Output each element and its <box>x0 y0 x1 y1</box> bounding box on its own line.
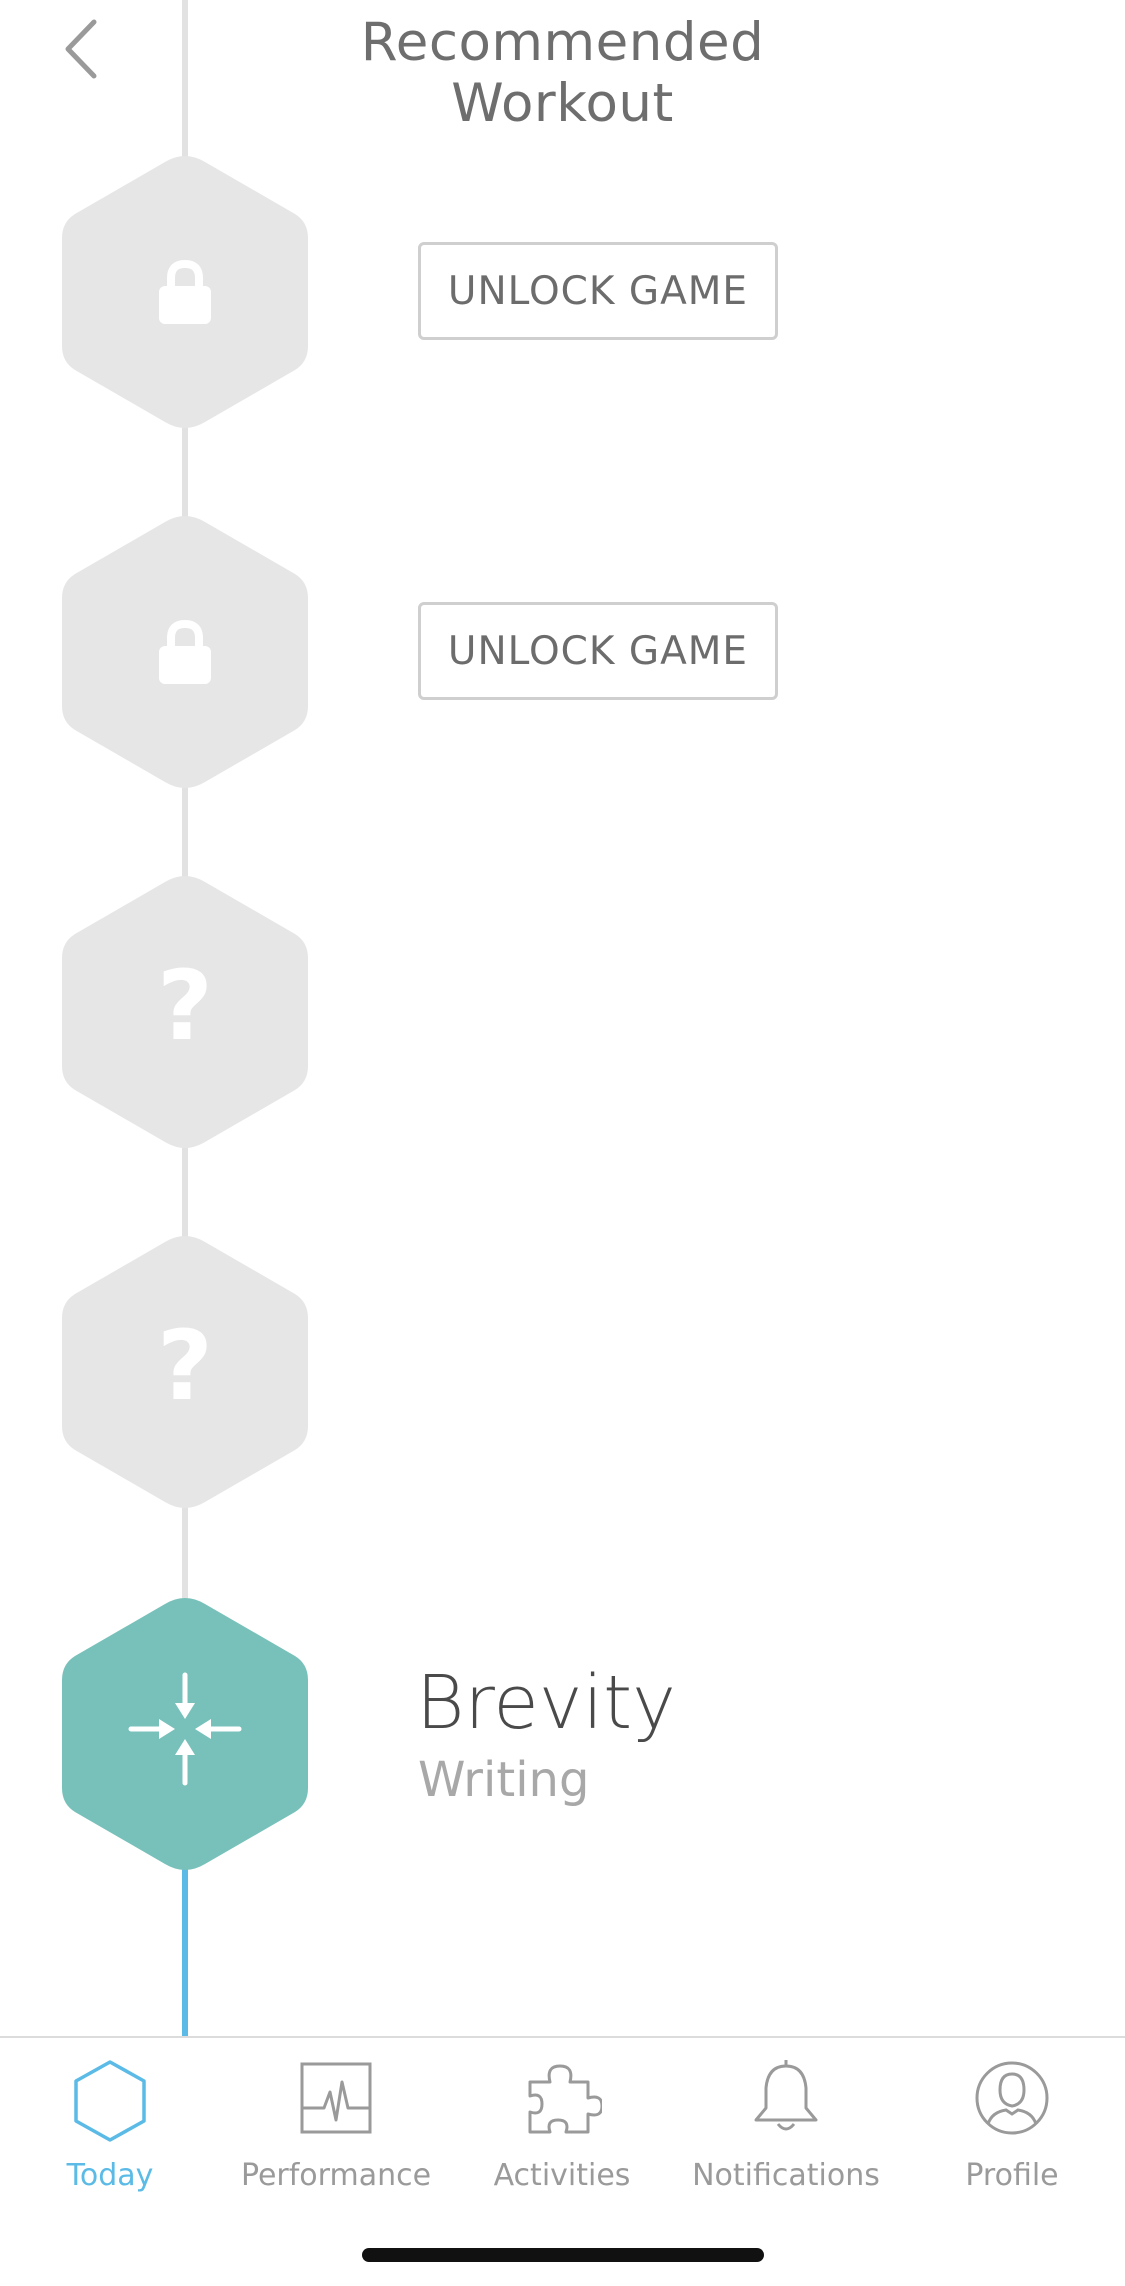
question-icon: ? <box>157 950 213 1062</box>
lock-icon <box>159 620 211 684</box>
tab-today[interactable]: Today <box>0 2052 220 2212</box>
tab-label: Activities <box>493 2158 631 2193</box>
bell-icon <box>754 2060 818 2131</box>
lock-icon <box>159 260 211 324</box>
tab-label: Performance <box>240 2158 432 2193</box>
workout-node-unknown: ? <box>60 872 310 1152</box>
user-icon <box>975 2061 1049 2135</box>
pulse-chart-icon <box>300 2062 372 2134</box>
puzzle-piece-icon <box>528 2064 602 2134</box>
workout-node-locked[interactable] <box>60 152 310 432</box>
home-indicator <box>362 2248 764 2262</box>
game-name[interactable]: Brevity <box>416 1660 676 1746</box>
game-category: Writing <box>418 1752 590 1808</box>
tab-label: Profile <box>965 2158 1059 2193</box>
compress-arrows-icon <box>128 1672 242 1786</box>
question-icon: ? <box>157 1310 213 1422</box>
chevron-left-icon <box>65 19 97 79</box>
back-button[interactable] <box>58 14 108 84</box>
header: Recommended Workout <box>0 0 1125 134</box>
timeline-progress-line <box>182 1860 188 2036</box>
tab-notifications[interactable]: Notifications <box>676 2052 896 2212</box>
workout-node-unknown: ? <box>60 1232 310 1512</box>
tab-label: Notifications <box>692 2158 880 2193</box>
tab-profile[interactable]: Profile <box>902 2052 1122 2212</box>
workout-node-active[interactable] <box>60 1594 310 1874</box>
page-title: Recommended Workout <box>360 12 765 134</box>
unlock-game-button[interactable]: UNLOCK GAME <box>418 602 778 700</box>
unlock-game-button[interactable]: UNLOCK GAME <box>418 242 778 340</box>
tab-label: Today <box>66 2158 154 2193</box>
workout-node-locked[interactable] <box>60 512 310 792</box>
tab-activities[interactable]: Activities <box>452 2052 672 2212</box>
tab-performance[interactable]: Performance <box>226 2052 446 2212</box>
hexagon-icon <box>74 2060 146 2142</box>
